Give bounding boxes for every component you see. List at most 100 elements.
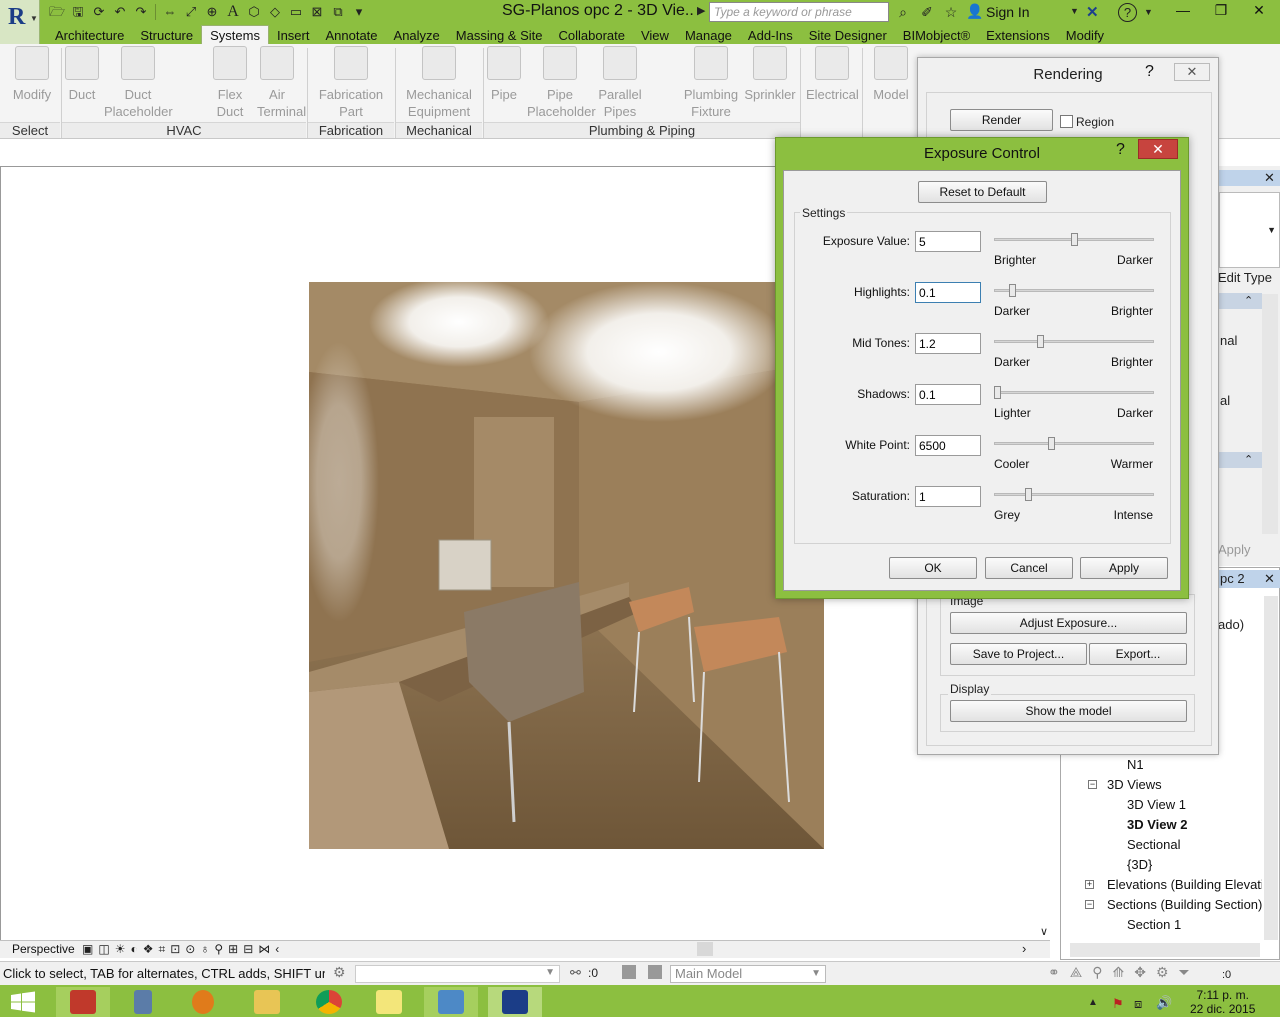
unlock-icon[interactable]: ⊙ [185, 942, 195, 957]
modify-button[interactable]: Modify [12, 46, 52, 103]
pipe-placeholder-button[interactable]: Pipe Placeholder [527, 46, 596, 120]
visual-style-icon[interactable]: ◫ [98, 942, 109, 957]
render-button[interactable]: Render [950, 109, 1053, 131]
adjust-exposure-button[interactable]: Adjust Exposure... [950, 612, 1187, 634]
slider-track[interactable] [994, 493, 1154, 496]
tab-view[interactable]: View [633, 26, 677, 45]
collapse-sections-icon[interactable]: − [1085, 900, 1094, 909]
parallel-pipes-button[interactable]: Parallel Pipes [598, 46, 642, 120]
panel-label-hvac[interactable]: HVAC [62, 122, 306, 138]
close-properties-icon[interactable]: ✕ [1264, 170, 1275, 186]
slider-track[interactable] [994, 289, 1154, 292]
application-menu-button[interactable]: R ▼ [0, 0, 40, 44]
select-pinned-icon[interactable]: ⚲ [1092, 964, 1102, 981]
field-input[interactable] [915, 435, 981, 456]
plumbing-fixture-button[interactable]: Plumbing Fixture [683, 46, 739, 120]
tree-item[interactable]: Elevations (Building Elevatic [1107, 877, 1262, 892]
type-selector[interactable]: ▼ [1219, 192, 1280, 268]
tab-site-designer[interactable]: Site Designer [801, 26, 895, 45]
action-center-icon[interactable]: ⚑ [1112, 996, 1124, 1012]
subscription-icon[interactable]: ✐ [918, 3, 936, 21]
shadows-icon[interactable]: ◐ [130, 942, 137, 957]
favorites-star-icon[interactable]: ☆ [942, 3, 960, 21]
constraints-icon[interactable]: ⋈ [258, 942, 270, 957]
temporary-hide-icon[interactable]: ♁ [200, 942, 209, 957]
fabrication-part-button[interactable]: Fabrication Part [318, 46, 384, 120]
tree-item-partial[interactable]: ado) [1218, 617, 1244, 632]
taskbar-sticky-notes[interactable] [362, 987, 416, 1017]
reveal-hidden-icon[interactable]: ⚲ [214, 942, 223, 957]
slider-thumb[interactable] [1071, 233, 1078, 246]
binoculars-icon[interactable]: ⌕ [894, 3, 912, 21]
slider-track[interactable] [994, 442, 1154, 445]
taskbar-snipping-tool[interactable] [56, 987, 110, 1017]
collapse-icon[interactable]: ⌃ [1244, 294, 1253, 307]
tab-architecture[interactable]: Architecture [47, 26, 132, 45]
tree-item[interactable]: Sectional [1127, 837, 1180, 852]
search-input[interactable] [709, 2, 889, 22]
volume-icon[interactable]: 🔊 [1156, 995, 1172, 1011]
dimension-icon[interactable]: ⤢ [182, 3, 200, 21]
tab-systems[interactable]: Systems [201, 25, 269, 45]
taskbar-revit[interactable] [488, 987, 542, 1017]
duct-button[interactable]: Duct [64, 46, 100, 103]
duct-placeholder-button[interactable]: Duct Placeholder [104, 46, 173, 120]
mechanical-equipment-button[interactable]: Mechanical Equipment [406, 46, 472, 120]
tab-add-ins[interactable]: Add-Ins [740, 26, 801, 45]
sync-icon[interactable]: ⟳ [90, 3, 108, 21]
horizontal-scrollbar-thumb[interactable] [697, 942, 713, 956]
section-icon[interactable]: ◇ [266, 3, 284, 21]
tab-annotate[interactable]: Annotate [317, 26, 385, 45]
analytical-icon[interactable]: ⊞ [228, 942, 238, 957]
taskbar-media-player[interactable] [176, 987, 230, 1017]
field-input[interactable] [915, 486, 981, 507]
pipe-button[interactable]: Pipe [486, 46, 522, 103]
switch-windows-icon[interactable]: ⧉ [329, 3, 347, 21]
design-option-dropdown[interactable]: Main Model ▼ [670, 965, 826, 983]
slider-track[interactable] [994, 391, 1154, 394]
select-links-icon[interactable]: ⚭ [1048, 964, 1060, 981]
cancel-button[interactable]: Cancel [985, 557, 1073, 579]
expand-search-icon[interactable]: ▶ [697, 4, 705, 17]
electrical-button[interactable]: Electrical [806, 46, 859, 103]
crop-view-icon[interactable]: ⌗ [158, 942, 165, 957]
close-exposure-button[interactable]: ✕ [1138, 139, 1178, 159]
tree-item[interactable]: {3D} [1127, 857, 1152, 872]
taskbar-file-explorer[interactable] [240, 987, 294, 1017]
tree-item[interactable]: 3D View 1 [1127, 797, 1186, 812]
signin-dropdown-icon[interactable]: ▼ [1070, 6, 1079, 16]
slider-thumb[interactable] [994, 386, 1001, 399]
windows-start-icon[interactable] [8, 990, 38, 1014]
expand-elevations-icon[interactable]: + [1085, 880, 1094, 889]
flex-duct-button[interactable]: Flex Duct [212, 46, 248, 120]
panel-label-plumbing-piping[interactable]: Plumbing & Piping [484, 122, 800, 138]
panel-label-mechanical[interactable]: Mechanical [396, 122, 482, 138]
scroll-down-icon[interactable]: ∨ [1040, 925, 1048, 938]
panel-label-fabrication[interactable]: Fabrication [308, 122, 394, 138]
collapse-icon[interactable]: ⌃ [1244, 453, 1253, 466]
taskbar-photo-viewer[interactable] [424, 987, 478, 1017]
reset-to-default-button[interactable]: Reset to Default [918, 181, 1047, 203]
help-icon[interactable]: ? [1145, 63, 1154, 81]
field-input[interactable] [915, 333, 981, 354]
scroll-right-icon[interactable]: › [1022, 941, 1026, 956]
drag-elements-icon[interactable]: ✥ [1134, 964, 1146, 981]
slider-thumb[interactable] [1037, 335, 1044, 348]
help-dropdown-icon[interactable]: ▼ [1144, 7, 1153, 17]
close-rendering-button[interactable]: ✕ [1174, 63, 1210, 81]
highlight-icon[interactable]: ⊟ [243, 942, 253, 957]
design-options-icon[interactable] [648, 965, 662, 979]
worksets-icon[interactable]: ⚙ [333, 964, 346, 981]
exchange-apps-icon[interactable]: ✕ [1086, 3, 1099, 21]
slider-track[interactable] [994, 340, 1154, 343]
close-window-button[interactable]: ✕ [1240, 0, 1278, 22]
show-crop-icon[interactable]: ⊡ [170, 942, 180, 957]
editable-only-icon[interactable] [622, 965, 636, 979]
tree-item[interactable]: 3D Views [1107, 777, 1162, 792]
tab-structure[interactable]: Structure [132, 26, 201, 45]
tree-item[interactable]: N1 [1127, 757, 1144, 772]
minimize-button[interactable]: — [1164, 0, 1202, 22]
field-input[interactable] [915, 384, 981, 405]
slider-thumb[interactable] [1025, 488, 1032, 501]
tag-icon[interactable]: ⊕ [203, 3, 221, 21]
